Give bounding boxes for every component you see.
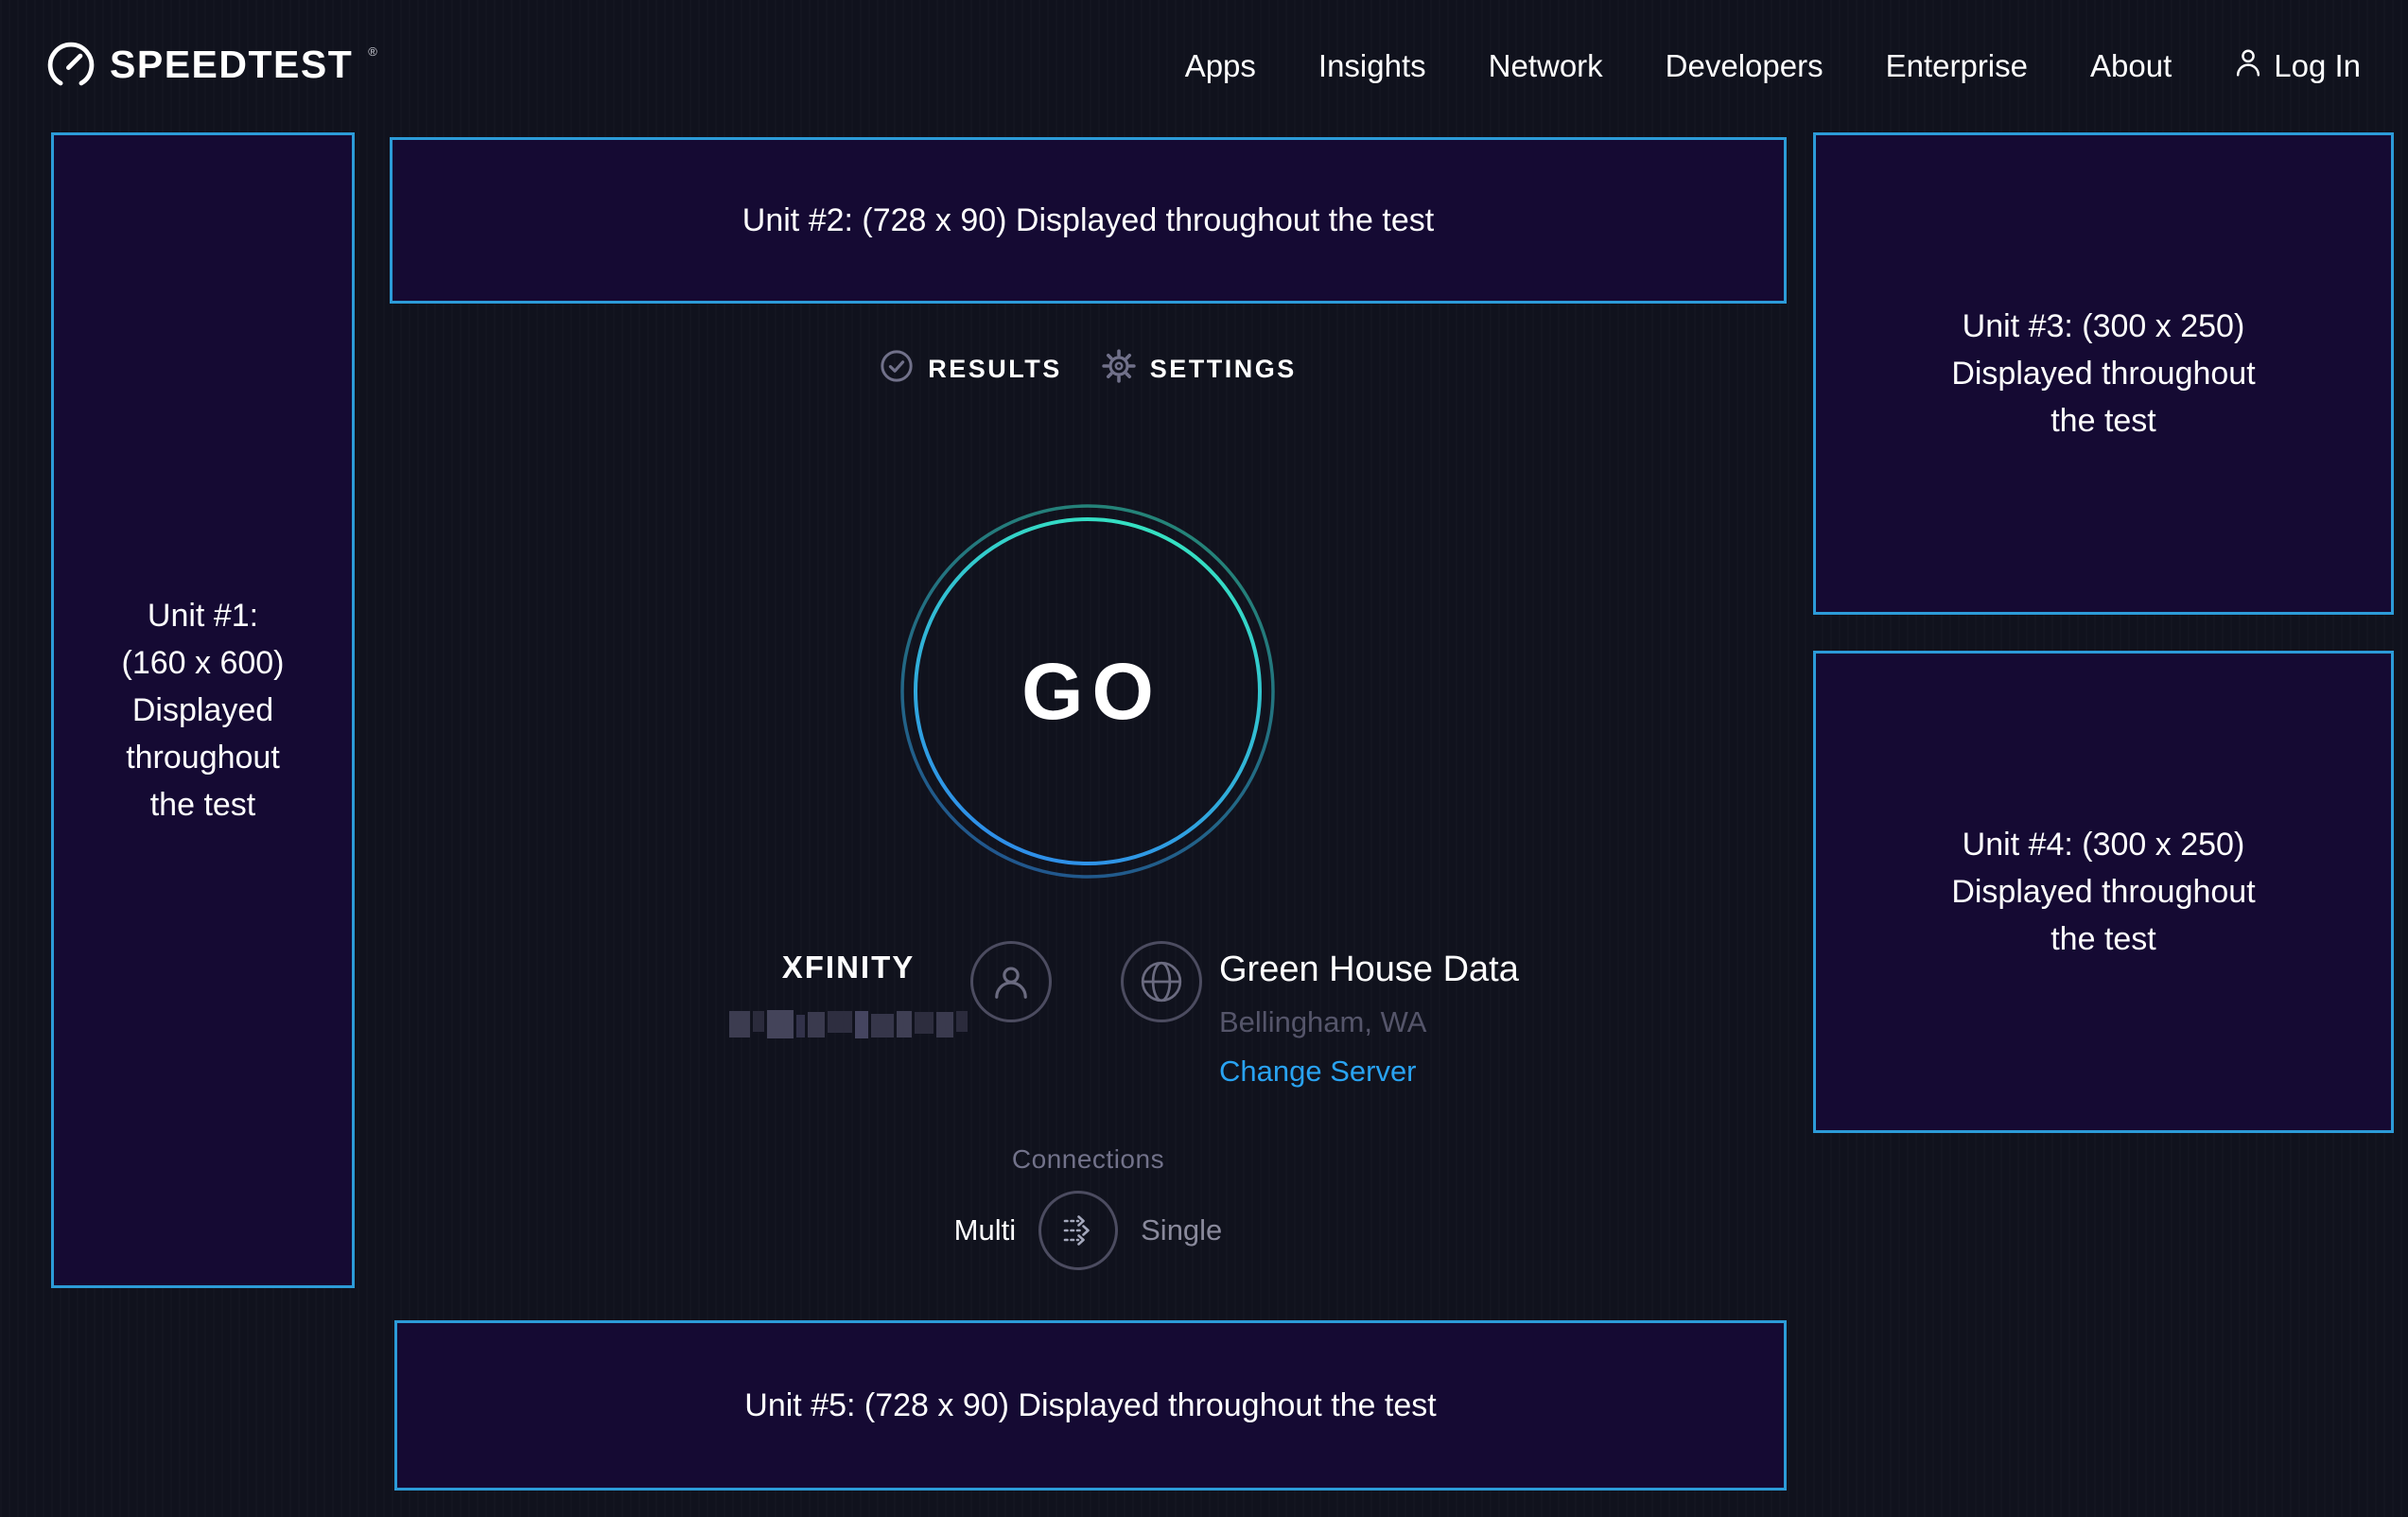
isp-block: XFINITY	[745, 941, 1052, 1038]
header: SPEEDTEST ® Apps Insights Network Develo…	[0, 0, 2408, 132]
main-nav: Apps Insights Network Developers Enterpr…	[1185, 48, 2172, 84]
isp-ip-redacted	[729, 1010, 968, 1038]
change-server-link[interactable]: Change Server	[1219, 1055, 1417, 1089]
globe-icon	[1139, 959, 1184, 1004]
login-button[interactable]: Log In	[2234, 47, 2361, 85]
connections-toggle-row: Multi Single	[390, 1190, 1787, 1271]
logo-text: SPEEDTEST	[110, 40, 353, 89]
view-tabs: RESULTS	[390, 342, 1787, 395]
ad-unit-1[interactable]: Unit #1: (160 x 600) Displayed throughou…	[51, 132, 355, 1288]
connections-multi-option[interactable]: Multi	[954, 1213, 1016, 1247]
server-globe	[1121, 941, 1202, 1022]
ad-unit-4[interactable]: Unit #4: (300 x 250) Displayed throughou…	[1813, 651, 2394, 1133]
ad-unit-2-text: Unit #2: (728 x 90) Displayed throughout…	[742, 197, 1434, 244]
server-location: Bellingham, WA	[1219, 1005, 1426, 1039]
isp-avatar	[970, 941, 1052, 1022]
person-icon	[991, 962, 1031, 1002]
speedtest-app: SPEEDTEST ® Apps Insights Network Develo…	[0, 0, 2408, 1517]
server-block: Green House Data Bellingham, WA Change S…	[1121, 941, 1519, 1089]
ad-unit-1-text: Unit #1: (160 x 600) Displayed throughou…	[122, 592, 285, 828]
ad-unit-2[interactable]: Unit #2: (728 x 90) Displayed throughout…	[390, 137, 1787, 304]
login-label: Log In	[2274, 48, 2361, 84]
ad-unit-5[interactable]: Unit #5: (728 x 90) Displayed throughout…	[394, 1320, 1787, 1491]
ad-unit-3-text: Unit #3: (300 x 250) Displayed throughou…	[1951, 303, 2255, 445]
ad-unit-5-text: Unit #5: (728 x 90) Displayed throughout…	[744, 1382, 1436, 1429]
logo-trademark: ®	[368, 45, 377, 58]
server-name: Green House Data	[1219, 949, 1519, 990]
nav-item-enterprise[interactable]: Enterprise	[1886, 48, 2028, 84]
nav-item-insights[interactable]: Insights	[1318, 48, 1426, 84]
nav-item-about[interactable]: About	[2090, 48, 2172, 84]
ad-unit-4-text: Unit #4: (300 x 250) Displayed throughou…	[1951, 821, 2255, 963]
connections-single-option[interactable]: Single	[1141, 1213, 1222, 1247]
nav-item-developers[interactable]: Developers	[1666, 48, 1823, 84]
tab-settings-label: SETTINGS	[1150, 355, 1297, 384]
user-icon	[2234, 47, 2262, 85]
go-button[interactable]: GO	[899, 503, 1276, 880]
logo[interactable]: SPEEDTEST ®	[47, 40, 377, 94]
tab-settings[interactable]: SETTINGS	[1102, 349, 1297, 390]
nav-item-network[interactable]: Network	[1489, 48, 1603, 84]
connections-toggle-button[interactable]	[1038, 1191, 1118, 1270]
tab-results-label: RESULTS	[928, 355, 1062, 384]
multi-connections-icon	[1056, 1209, 1100, 1252]
tab-results[interactable]: RESULTS	[880, 349, 1062, 390]
ad-unit-3[interactable]: Unit #3: (300 x 250) Displayed throughou…	[1813, 132, 2394, 615]
isp-name: XFINITY	[782, 950, 916, 985]
gear-icon	[1102, 349, 1136, 390]
go-button-rings	[899, 503, 1276, 880]
connections-label: Connections	[390, 1144, 1787, 1175]
nav-item-apps[interactable]: Apps	[1185, 48, 1256, 84]
speedtest-gauge-icon	[47, 40, 95, 94]
check-circle-icon	[880, 349, 914, 390]
